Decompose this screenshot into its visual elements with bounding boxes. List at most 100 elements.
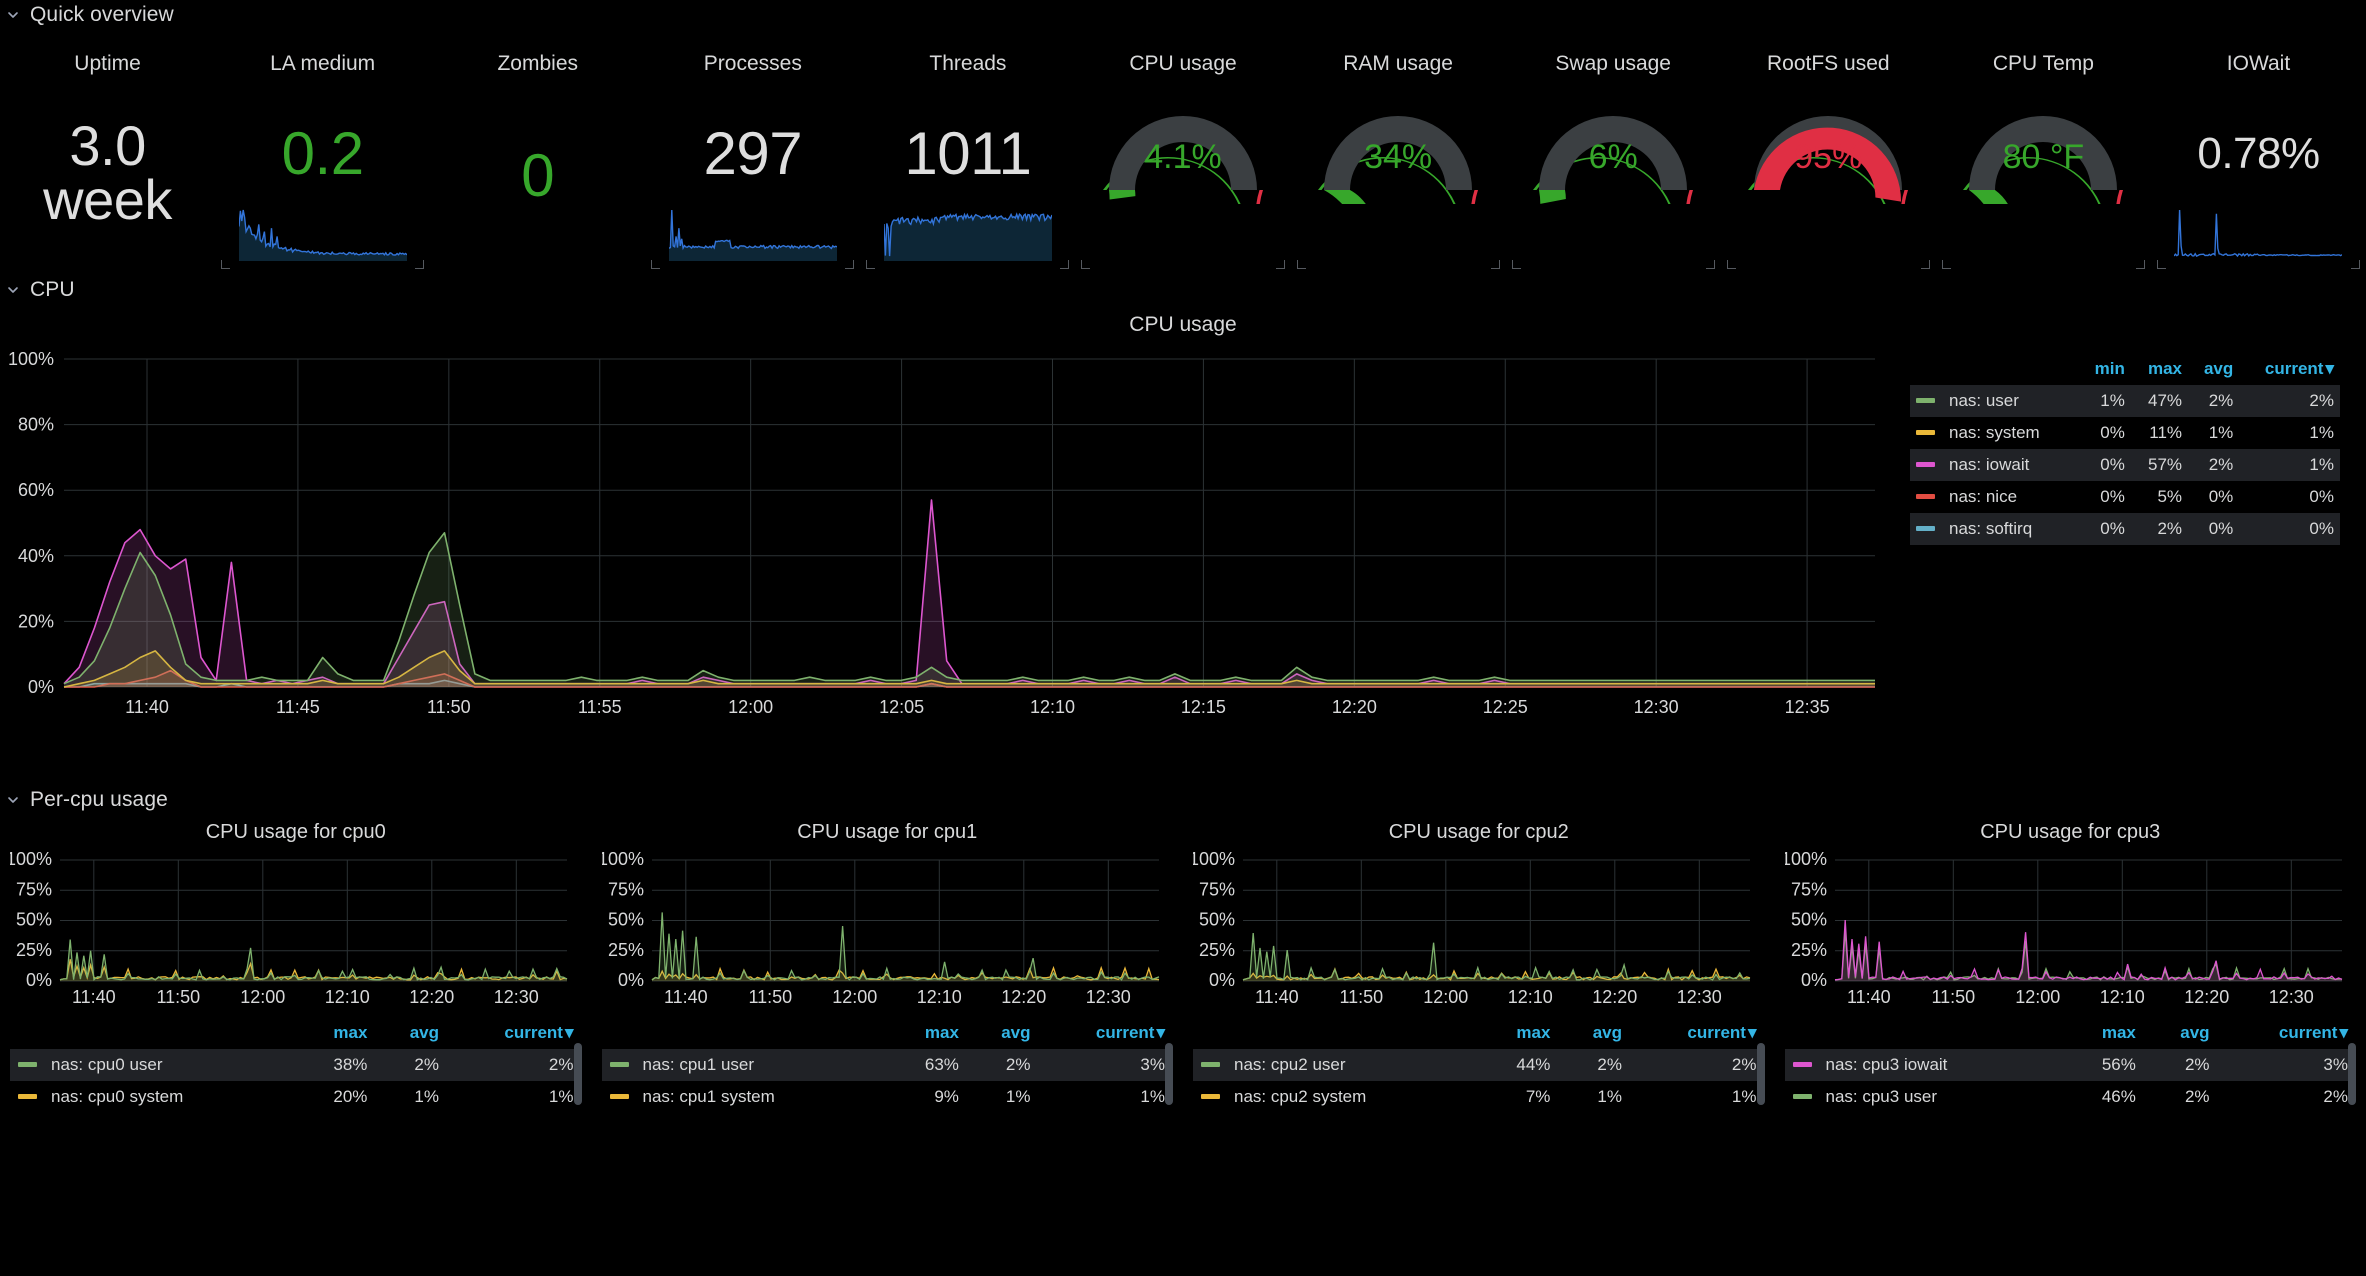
cpu2-legend[interactable]: max avg current ▾ nas: cpu2 user 44% 2% 2% nas: … [1193,1021,1765,1113]
series-color-swatch[interactable] [1916,462,1935,467]
legend-header-avg[interactable]: avg [2188,357,2239,385]
series-color-swatch[interactable] [1916,430,1935,435]
legend-header-min[interactable]: min [2078,357,2130,385]
legend-series-cell[interactable]: nas: cpu1 user [601,1049,888,1081]
svg-text:12:30: 12:30 [494,987,539,1007]
legend-series-cell[interactable]: nas: cpu3 user [1785,1081,2063,1113]
legend-row[interactable]: nas: cpu3 iowait 56% 2% 3% [1784,1049,2356,1081]
series-color-swatch[interactable] [18,1062,37,1067]
panel-title: CPU usage for cpu3 [1980,821,2161,843]
section-header-quick-overview[interactable]: Quick overview [0,0,2366,30]
cpu-usage-legend[interactable]: min max avg current ▾ nas: user 1% 47% 2% 2% nas: … [1910,357,2340,545]
legend-scrollbar[interactable] [1756,1043,1765,1105]
legend-row[interactable]: nas: cpu0 user 38% 2% 2% [10,1049,582,1081]
legend-header-avg[interactable]: avg [375,1021,447,1049]
series-color-swatch[interactable] [1916,526,1935,531]
stat-panel-processes[interactable]: Processes 297 [645,30,860,275]
series-color-swatch[interactable] [18,1094,37,1099]
legend-row[interactable]: nas: system 0% 11% 1% 1% [1910,417,2340,449]
legend-header-max[interactable]: max [1479,1021,1558,1049]
legend-series-cell[interactable]: nas: cpu2 user [1193,1049,1480,1081]
legend-series-cell[interactable]: nas: iowait [1910,449,2079,481]
stat-panel-la-medium[interactable]: LA medium 0.2 [215,30,430,275]
legend-series-cell[interactable]: nas: system [1910,417,2078,449]
stat-panel-ram-usage[interactable]: RAM usage 34% [1291,30,1506,275]
legend-row[interactable]: nas: cpu0 system 20% 1% 1% [10,1081,582,1113]
legend-header-max[interactable]: max [888,1021,967,1049]
svg-text:12:00: 12:00 [1423,987,1468,1007]
legend-row[interactable]: nas: iowait 0% 57% 2% 1% [1910,449,2340,481]
series-color-swatch[interactable] [609,1062,629,1067]
cpu3-legend[interactable]: max avg current ▾ nas: cpu3 iowait 56% 2% 3% nas… [1784,1021,2357,1113]
svg-text:0%: 0% [617,970,643,990]
legend-header-series [602,1021,888,1049]
legend-row[interactable]: nas: cpu2 user 44% 2% 2% [1193,1049,1765,1081]
series-name: nas: iowait [1949,455,2030,474]
legend-row[interactable]: nas: cpu1 system 9% 1% 1% [602,1081,1174,1113]
panel-body: 0.78% [2151,76,2366,275]
legend-scrollbar[interactable] [1165,1043,1173,1105]
series-color-swatch[interactable] [609,1094,629,1099]
legend-header-max[interactable]: max [2131,357,2188,385]
legend-header-current[interactable]: current ▾ [447,1021,582,1049]
legend-row[interactable]: nas: softirq 0% 2% 0% 0% [1910,513,2340,545]
series-color-swatch[interactable] [1792,1062,1812,1067]
legend-series-cell[interactable]: nas: softirq [1910,513,2079,545]
section-header-cpu[interactable]: CPU [0,275,2366,305]
gauge: 80 °F [1936,76,2151,275]
legend-header-avg[interactable]: avg [967,1021,1039,1049]
legend-header-current[interactable]: current ▾ [1630,1021,1765,1049]
legend-row[interactable]: nas: cpu2 system 7% 1% 1% [1193,1081,1765,1113]
series-color-swatch[interactable] [1201,1094,1220,1099]
legend-header-max[interactable]: max [2062,1021,2143,1049]
stat-panel-uptime[interactable]: Uptime 3.0 week [0,30,215,275]
legend-row[interactable]: nas: cpu1 user 63% 2% 3% [601,1049,1173,1081]
series-color-swatch[interactable] [1201,1062,1220,1067]
legend-scrollbar[interactable] [573,1043,582,1105]
legend-series-cell[interactable]: nas: nice [1910,481,2078,513]
stat-panel-zombies[interactable]: Zombies 0 [430,30,645,275]
legend-header-avg[interactable]: avg [2144,1021,2218,1049]
series-color-swatch[interactable] [1916,398,1935,403]
cpu0-chart[interactable]: 0% 25% 50% 75% 100% 11:40 11:50 12:00 12:10 12:20… [10,850,582,1015]
legend-row[interactable]: nas: user 1% 47% 2% 2% [1910,385,2340,417]
legend-current-value: 3% [2217,1049,2356,1081]
section-header-per-cpu-usage[interactable]: Per-cpu usage [0,785,2366,815]
svg-text:12:25: 12:25 [1483,697,1528,717]
stat-panel-iowait[interactable]: IOWait 0.78% [2151,30,2366,275]
legend-header-current[interactable]: current ▾ [2218,1021,2356,1049]
stat-panel-rootfs-used[interactable]: RootFS used 95% [1721,30,1936,275]
legend-series-cell[interactable]: nas: cpu1 system [602,1081,888,1113]
legend-current-value: 1% [2239,449,2340,481]
stat-panel-swap-usage[interactable]: Swap usage 6% [1506,30,1721,275]
cpu1-chart[interactable]: 0% 25% 50% 75% 100% 11:40 11:50 12:00 12:10 12:20… [602,850,1174,1015]
stat-panel-cpu-temp[interactable]: CPU Temp 80 °F [1936,30,2151,275]
legend-series-cell[interactable]: nas: cpu0 user [10,1049,297,1081]
legend-header-avg[interactable]: avg [1558,1021,1630,1049]
stat-panel-cpu-usage[interactable]: CPU usage 4.1% [1075,30,1290,275]
legend-series-cell[interactable]: nas: cpu2 system [1193,1081,1479,1113]
cpu3-chart[interactable]: 0% 25% 50% 75% 100% 11:40 11:50 12:00 12:10 12:20… [1785,850,2357,1015]
series-color-swatch[interactable] [1916,494,1935,499]
legend-current-value: 0% [2239,513,2340,545]
legend-series-cell[interactable]: nas: cpu0 system [10,1081,296,1113]
series-color-swatch[interactable] [1792,1094,1812,1099]
legend-header-current[interactable]: current ▾ [2239,357,2340,385]
cpu2-chart[interactable]: 0% 25% 50% 75% 100% 11:40 11:50 12:00 12:10 12:20… [1193,850,1765,1015]
legend-min-value: 0% [2078,513,2131,545]
legend-scrollbar[interactable] [2348,1043,2356,1105]
legend-max-value: 11% [2149,423,2183,442]
legend-row[interactable]: nas: cpu3 user 46% 2% 2% [1785,1081,2357,1113]
stat-panel-threads[interactable]: Threads 1011 [860,30,1075,275]
legend-row[interactable]: nas: nice 0% 5% 0% 0% [1910,481,2340,513]
series-name: nas: cpu0 system [51,1087,184,1106]
legend-header-current[interactable]: current ▾ [1038,1021,1173,1049]
legend-series-cell[interactable]: nas: cpu3 iowait [1784,1049,2063,1081]
panel-corner-mark [2351,260,2361,269]
cpu1-legend[interactable]: max avg current ▾ nas: cpu1 user 63% 2% 3% nas: … [601,1021,1174,1113]
legend-series-cell[interactable]: nas: user [1910,385,2079,417]
legend-header-max[interactable]: max [296,1021,375,1049]
cpu0-legend[interactable]: max avg current ▾ nas: cpu0 user 38% 2% 2% nas: … [10,1021,582,1113]
cpu-usage-chart[interactable]: 0% 20% 40% 60% 80% 100% 11:40 11:45 11:50 11:55 12… [0,341,1895,731]
panel-title: Processes [703,52,802,75]
